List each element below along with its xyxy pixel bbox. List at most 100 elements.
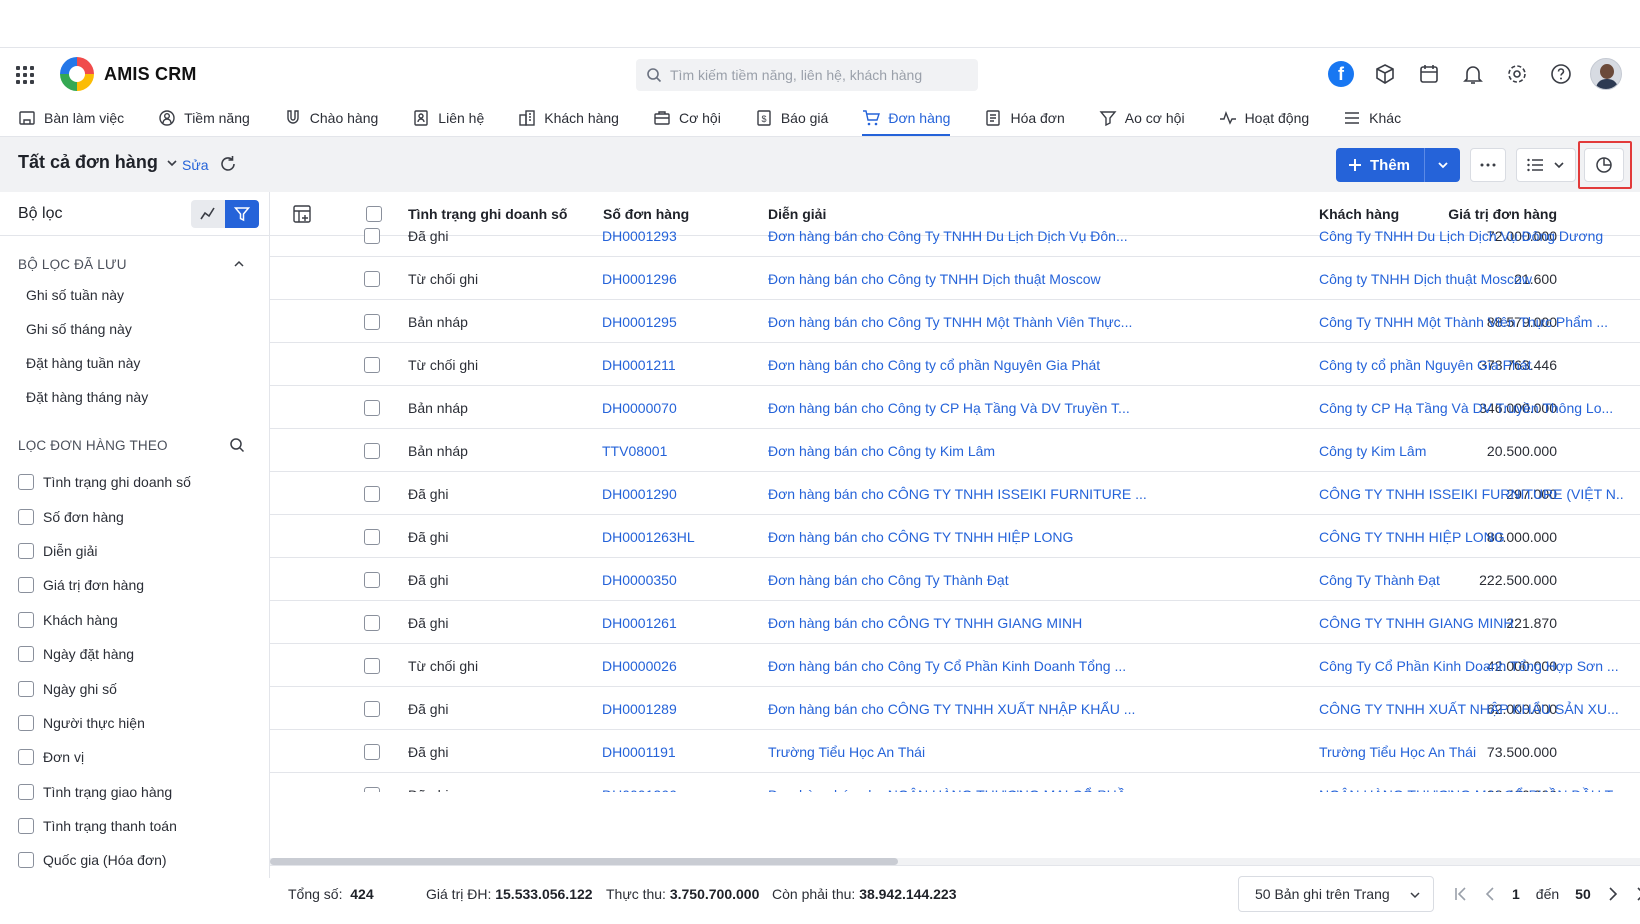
filter-field-item[interactable]: Diễn giải (18, 534, 269, 568)
table-row[interactable]: Đã ghi DH0000350 Đơn hàng bán cho Công Ty … (270, 558, 1640, 601)
filter-field-checkbox[interactable] (18, 749, 34, 766)
table-row[interactable]: Bản nháp TTV08001 Đơn hàng bán cho Công ty… (270, 429, 1640, 472)
table-row[interactable]: Đã ghi DH0001263HL Đơn hàng bán cho CÔNG T… (270, 515, 1640, 558)
cell-order-number[interactable]: DH0001296 (602, 257, 757, 300)
filter-field-item[interactable]: Giá trị đơn hàng (18, 568, 269, 602)
filter-field-checkbox[interactable] (18, 714, 34, 731)
cell-description[interactable]: Đơn hàng bán cho CÔNG TY TNHH HIỆP LONG (768, 515, 1148, 558)
filter-field-checkbox[interactable] (18, 852, 34, 869)
last-page-icon[interactable] (1635, 886, 1640, 902)
filter-field-item[interactable]: Ngày đặt hàng (18, 637, 269, 671)
row-checkbox[interactable] (364, 343, 380, 386)
nav-item-11[interactable]: Khác (1343, 100, 1401, 136)
add-dropdown-button[interactable] (1425, 159, 1460, 171)
nav-item-0[interactable]: Bàn làm việc (18, 100, 124, 136)
cell-customer[interactable]: Công Ty Thành Đạt (1319, 558, 1624, 601)
refresh-icon[interactable] (218, 154, 238, 177)
cell-order-number[interactable]: DH0001211 (602, 343, 757, 386)
filter-field-checkbox[interactable] (18, 783, 34, 800)
nav-item-2[interactable]: Chào hàng (284, 100, 378, 136)
nav-item-3[interactable]: Liên hệ (412, 100, 484, 136)
row-checkbox[interactable] (364, 773, 380, 792)
cell-customer[interactable]: NGÂN HÀNG THƯƠNG MẠI CỔ PHẦN ĐẦU T... (1319, 773, 1624, 793)
filter-field-checkbox[interactable] (18, 508, 34, 525)
table-row[interactable]: Đã ghi DH0001266 Đơn hàng bán cho NGÂN HÀN… (270, 773, 1640, 792)
row-checkbox[interactable] (364, 558, 380, 601)
table-row[interactable]: Đã ghi DH0001289 Đơn hàng bán cho CÔNG TY … (270, 687, 1640, 730)
cell-description[interactable]: Đơn hàng bán cho CÔNG TY TNHH ISSEIKI FU… (768, 472, 1148, 515)
cell-order-number[interactable]: DH0000070 (602, 386, 757, 429)
saved-filter-item[interactable]: Ghi số tuần này (26, 278, 269, 312)
cell-customer[interactable]: CÔNG TY TNHH ISSEIKI FURNITURE (VIỆT N..… (1319, 472, 1624, 515)
row-checkbox[interactable] (364, 429, 380, 472)
filter-field-item[interactable]: Khách hàng (18, 603, 269, 637)
next-page-icon[interactable] (1607, 886, 1619, 902)
nav-item-4[interactable]: Khách hàng (518, 100, 619, 136)
row-checkbox[interactable] (364, 257, 380, 300)
cell-description[interactable]: Đơn hàng bán cho Công ty cổ phần Nguyên … (768, 343, 1148, 386)
cell-customer[interactable]: Công Ty TNHH Du Lịch Dịch Vụ Đông Dương (1319, 214, 1624, 257)
cell-order-number[interactable]: DH0001261 (602, 601, 757, 644)
cell-customer[interactable]: Công Ty Cổ Phần Kinh Doanh Tổng Hợp Sơn … (1319, 644, 1624, 687)
filter-field-item[interactable]: Tình trạng thanh toán (18, 809, 269, 843)
filter-field-checkbox[interactable] (18, 474, 34, 491)
filter-field-checkbox[interactable] (18, 611, 34, 628)
checkbox[interactable] (364, 227, 380, 244)
cell-order-number[interactable]: DH0001191 (602, 730, 757, 773)
cell-customer[interactable]: Công ty CP Hạ Tầng Và DV Truyền Thông Lo… (1319, 386, 1624, 429)
search-icon[interactable] (229, 437, 245, 453)
checkbox[interactable] (364, 786, 380, 792)
table-row[interactable]: Từ chối ghi DH0001211 Đơn hàng bán cho Côn… (270, 343, 1640, 386)
nav-item-5[interactable]: Cơ hội (653, 100, 721, 136)
cell-description[interactable]: Đơn hàng bán cho CÔNG TY TNHH XUẤT NHẬP … (768, 687, 1148, 730)
more-button[interactable] (1470, 148, 1506, 182)
gear-icon[interactable] (1502, 59, 1532, 89)
filter-field-item[interactable]: Quốc gia (Hóa đơn) (18, 843, 269, 877)
edit-view-link[interactable]: Sửa (182, 157, 209, 173)
cell-order-number[interactable]: DH0001266 (602, 773, 757, 793)
horizontal-scrollbar[interactable] (270, 858, 898, 865)
nav-item-10[interactable]: Hoạt động (1219, 100, 1309, 136)
cell-description[interactable]: Trường Tiểu Học An Thái (768, 730, 1148, 773)
list-view-button[interactable] (1516, 148, 1576, 182)
filter-field-checkbox[interactable] (18, 542, 34, 559)
row-checkbox[interactable] (364, 601, 380, 644)
cell-customer[interactable]: Công ty cổ phần Nguyên Gia Phát (1319, 343, 1624, 386)
cell-customer[interactable]: CÔNG TY TNHH XUẤT NHẬP KHẨU SẢN XU... (1319, 687, 1624, 730)
saved-filters-header[interactable]: BỘ LỌC ĐÃ LƯU (0, 253, 269, 275)
saved-filter-item[interactable]: Ghi số tháng này (26, 312, 269, 346)
cube-icon[interactable] (1370, 59, 1400, 89)
filter-field-item[interactable]: Tình trạng giao hàng (18, 775, 269, 809)
table-row[interactable]: Đã ghi DH0001261 Đơn hàng bán cho CÔNG TY … (270, 601, 1640, 644)
filter-field-checkbox[interactable] (18, 818, 34, 835)
add-button[interactable]: Thêm (1336, 148, 1425, 182)
filter-field-checkbox[interactable] (18, 577, 34, 594)
checkbox[interactable] (364, 528, 380, 545)
cell-customer[interactable]: CÔNG TY TNHH HIỆP LONG (1319, 515, 1624, 558)
cell-description[interactable]: Đơn hàng bán cho NGÂN HÀNG THƯƠNG MẠI CỔ… (768, 773, 1148, 793)
table-row[interactable]: Bản nháp DH0001295 Đơn hàng bán cho Công T… (270, 300, 1640, 343)
cell-description[interactable]: Đơn hàng bán cho Công ty TNHH Dịch thuật… (768, 257, 1148, 300)
table-row[interactable]: Đã ghi DH0001191 Trường Tiểu Học An Thái 73… (270, 730, 1640, 773)
prev-page-icon[interactable] (1484, 886, 1496, 902)
cell-order-number[interactable]: DH0001263HL (602, 515, 757, 558)
table-row[interactable]: Từ chối ghi DH0001296 Đơn hàng bán cho Côn… (270, 257, 1640, 300)
cell-customer[interactable]: Trường Tiểu Học An Thái (1319, 730, 1624, 773)
nav-item-8[interactable]: Hóa đơn (984, 100, 1065, 136)
nav-item-9[interactable]: Ao cơ hội (1099, 100, 1185, 136)
cell-customer[interactable]: Công Ty TNHH Một Thành Viên Thực Phẩm ..… (1319, 300, 1624, 343)
checkbox[interactable] (364, 356, 380, 373)
filter-field-item[interactable]: Ngày ghi số (18, 671, 269, 705)
filter-field-item[interactable]: Đơn vị (18, 740, 269, 774)
saved-filter-item[interactable]: Đặt hàng tuần này (26, 346, 269, 380)
filter-field-item[interactable]: Tình trạng ghi doanh số (18, 465, 269, 499)
checkbox[interactable] (364, 700, 380, 717)
table-row[interactable]: Đã ghi DH0001290 Đơn hàng bán cho CÔNG TY … (270, 472, 1640, 515)
nav-item-6[interactable]: $ Báo giá (755, 100, 828, 136)
cell-description[interactable]: Đơn hàng bán cho Công Ty TNHH Du Lịch Dị… (768, 214, 1148, 257)
bell-icon[interactable] (1458, 59, 1488, 89)
checkbox[interactable] (364, 657, 380, 674)
checkbox[interactable] (364, 270, 380, 287)
row-checkbox[interactable] (364, 386, 380, 429)
row-checkbox[interactable] (364, 687, 380, 730)
